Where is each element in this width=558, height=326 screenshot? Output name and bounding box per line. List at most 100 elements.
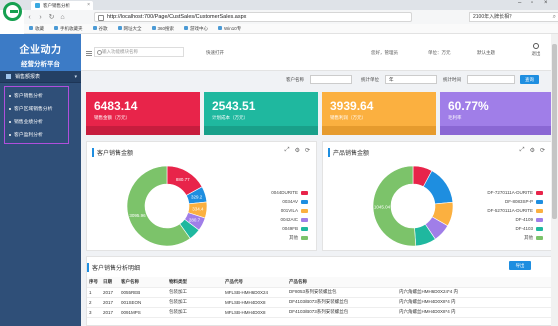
google-icon [92, 26, 97, 31]
column-header[interactable]: 产品代号 [223, 277, 287, 288]
period-select[interactable]: 年 [385, 75, 437, 84]
browser-search-input[interactable]: 2100年入牌长相？ ⌕ [469, 12, 558, 22]
cell: 内六角螺丝HMH4D0X8*4 内 [397, 307, 552, 318]
query-button[interactable]: 查询 [520, 75, 539, 84]
cell: 3 [87, 307, 101, 318]
kpi-value: 3939.64 [330, 99, 374, 113]
refresh-icon[interactable]: ↻ [46, 13, 57, 21]
star-icon [29, 26, 33, 31]
menu-group-sales[interactable]: 销售额报表 ▾ [0, 71, 81, 83]
cell: DF4103/B073系列安装螺丝包 [287, 307, 397, 318]
kpi-strip [204, 126, 318, 135]
cell: 2 [87, 297, 101, 308]
bookmark-item[interactable]: 360搜索 [151, 26, 174, 32]
address-bar[interactable]: http://localhost:700/Page/CustSales/Cust… [94, 12, 412, 22]
customer-legend: 0044DURITE 0034AV 001VILA 0042AIC 0049FB 其他 [271, 188, 308, 242]
unit-selector[interactable]: 单位：万元 [428, 50, 451, 56]
power-icon [533, 43, 539, 49]
legend-item[interactable]: DF-5270111A-DURITE [487, 206, 543, 215]
cell: 1 [87, 287, 101, 298]
column-header[interactable]: 序号 [87, 277, 101, 288]
legend-swatch [536, 208, 543, 213]
browser-tab-bar: 客户销售分析 × – ▫ × [0, 0, 558, 10]
bookmark-item[interactable]: 游戏中心 [184, 26, 208, 32]
legend-item[interactable]: DF-4103 [487, 224, 543, 233]
sidebar-item-profit[interactable]: 客户盈利分析 [5, 128, 68, 141]
customer-label: 客户名称 [286, 77, 304, 82]
column-header[interactable]: 日期 [101, 277, 119, 288]
exit-button[interactable]: 退出 [525, 43, 547, 57]
bookmark-item[interactable]: Win10专 [218, 26, 241, 32]
table-row[interactable]: 3 2017 0091MPS 包装加工 MFLSB-HMH4D0X8 DF4103/B07… [87, 307, 552, 318]
detail-title: 客户销售分析明细 [87, 263, 140, 272]
column-header[interactable]: 产品名称 [287, 277, 397, 288]
scrollbar-thumb[interactable] [552, 44, 557, 219]
legend-swatch [301, 235, 308, 240]
legend-swatch [536, 235, 543, 240]
browser-logo-icon [3, 2, 22, 21]
forward-icon[interactable]: › [35, 14, 46, 21]
cell: DF8053系列安装螺丝包 [287, 287, 397, 298]
legend-item[interactable]: DF-7270111A-DURITE [487, 188, 543, 197]
sidebar-item-region-sales[interactable]: 客户区域销售分析 [5, 102, 68, 115]
maximize-icon[interactable]: ▫ [531, 0, 533, 6]
home-icon[interactable]: ⌂ [57, 14, 68, 21]
user-greeting[interactable]: 您好，管理员 [371, 50, 398, 56]
sidebar-item-performance[interactable]: 销售业绩分析 [5, 115, 68, 128]
theme-selector[interactable]: 默认主题 [477, 50, 495, 56]
legend-item[interactable]: DF-8083SP-P [487, 197, 543, 206]
menu-toggle-icon[interactable] [86, 51, 92, 56]
table-row[interactable]: 2 2017 001SEON 包装加工 MFLSB-HMH4D0X8 DF4103/B07… [87, 297, 552, 308]
column-header[interactable]: 客户名称 [119, 277, 167, 288]
cell: 2017 [101, 307, 119, 318]
legend-swatch [301, 226, 308, 231]
bookmark-item[interactable]: 网址大全 [117, 26, 142, 32]
slice-label: 3095.96 [129, 213, 146, 218]
bookmark-item[interactable]: 手机收藏夹 [54, 26, 83, 32]
browser-search-text: 2100年入牌长相？ [473, 14, 515, 20]
bookmark-item[interactable]: 收藏 [29, 26, 44, 32]
tab-close-icon[interactable]: × [87, 2, 90, 8]
cell: 包装加工 [167, 307, 223, 318]
export-button[interactable]: 导出 [509, 261, 531, 270]
legend-swatch [301, 217, 308, 222]
filter-bar: 客户名称 统计单位 年 统计时间 查询 [81, 71, 558, 89]
legend-item[interactable]: 其他 [271, 233, 308, 242]
legend-swatch [536, 226, 543, 231]
quick-open-link[interactable]: 快速打开 [206, 50, 224, 56]
legend-item[interactable]: 其他 [487, 233, 543, 242]
kpi-strip [86, 126, 200, 135]
page-scrollbar[interactable] [551, 34, 558, 326]
bookmark-item[interactable]: 谷歌 [92, 26, 108, 32]
legend-item[interactable]: 001VILA [271, 206, 308, 215]
legend-item[interactable]: DF-4109 [487, 215, 543, 224]
back-icon[interactable]: ‹ [24, 14, 35, 21]
minimize-icon[interactable]: – [518, 0, 521, 6]
sidebar-item-customer-sales[interactable]: 客户销售分析 [5, 89, 68, 102]
legend-item[interactable]: 0044DURITE [271, 188, 308, 197]
cell: 内六角螺丝HMH6D0X24*4 内 [397, 287, 552, 298]
time-label: 统计时间 [443, 77, 461, 82]
table-row[interactable]: 1 2017 0055REB 包装加工 MFLSB-HMH6D0X24 DF8053系列安… [87, 287, 552, 298]
module-search-input[interactable]: 输入功能模块名称 [94, 47, 184, 57]
legend-swatch [536, 190, 543, 195]
legend-label: DF-8083SP-P [504, 199, 533, 204]
kpi-value: 60.77% [448, 99, 489, 113]
slice-label: 880.77 [176, 177, 190, 182]
legend-item[interactable]: 0049FB [271, 224, 308, 233]
close-window-icon[interactable]: × [544, 0, 548, 6]
search-icon[interactable]: ⌕ [553, 13, 556, 21]
cell: 0091MPS [119, 307, 167, 318]
kpi-card-sales: 6483.14 销售金额（万元） [86, 92, 200, 135]
browser-tab[interactable]: 客户销售分析 × [31, 1, 93, 10]
legend-item[interactable]: 0034AV [271, 197, 308, 206]
cell: 内六角螺丝HMH4D0X8*4 内 [397, 297, 552, 308]
brand-subtitle: 经营分析平台 [21, 61, 60, 68]
legend-item[interactable]: 0042AIC [271, 215, 308, 224]
brand-title: 企业动力 [19, 45, 62, 56]
cell: 包装加工 [167, 297, 223, 308]
time-input[interactable] [467, 75, 515, 84]
column-header[interactable] [397, 277, 552, 288]
column-header[interactable]: 物料类型 [167, 277, 223, 288]
customer-input[interactable] [310, 75, 352, 84]
